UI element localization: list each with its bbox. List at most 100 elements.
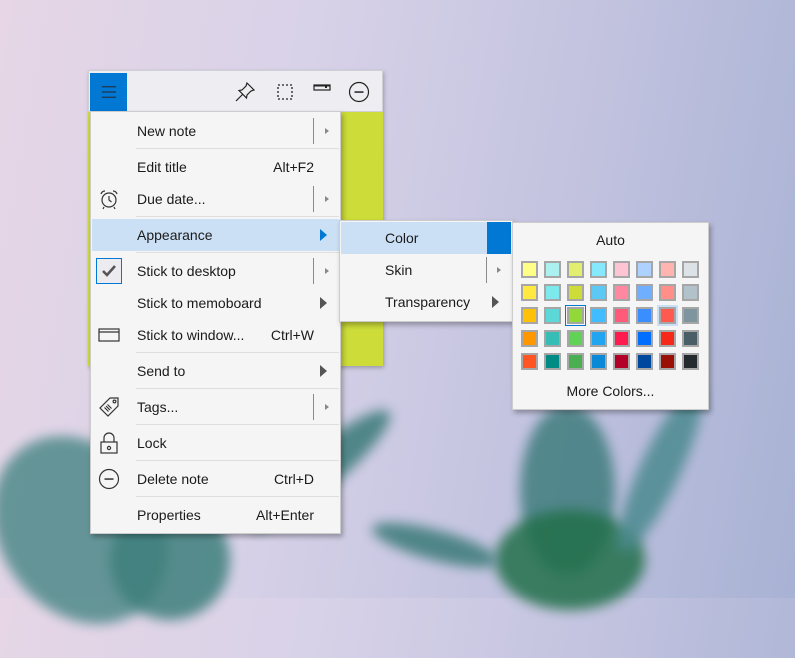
submenu-arrow-icon [492, 296, 499, 308]
auto-color-button[interactable]: Auto [513, 232, 708, 248]
menu-item-appearance[interactable]: Appearance [92, 219, 339, 251]
submenu-arrow-icon[interactable] [325, 404, 329, 410]
submenu-item-color[interactable]: Color [341, 222, 511, 254]
menu-separator [136, 424, 339, 425]
note-menu-button[interactable] [90, 73, 127, 111]
color-swatch[interactable] [682, 284, 699, 301]
menu-separator [136, 460, 339, 461]
menu-item-send-to[interactable]: Send to [92, 355, 339, 387]
collapse-button[interactable] [311, 77, 333, 99]
color-swatch[interactable] [613, 330, 630, 347]
color-picker-panel: Auto More Colors... [512, 222, 709, 410]
tag-icon [98, 396, 120, 418]
menu-separator [136, 388, 339, 389]
collapse-icon [313, 84, 331, 91]
color-swatch[interactable] [567, 307, 584, 324]
color-swatch[interactable] [544, 307, 561, 324]
submenu-item-label: Color [385, 230, 419, 246]
submenu-arrow-icon [320, 365, 327, 377]
submenu-arrow-icon[interactable] [325, 268, 329, 274]
menu-item-label: Lock [137, 435, 167, 451]
color-swatch[interactable] [521, 307, 538, 324]
color-swatch[interactable] [590, 307, 607, 324]
color-swatch[interactable] [567, 353, 584, 370]
menu-item-label: Send to [137, 363, 186, 379]
menu-separator [136, 148, 339, 149]
color-swatch[interactable] [521, 261, 538, 278]
menu-separator [136, 252, 339, 253]
lock-icon [98, 432, 120, 454]
menu-item-new-note[interactable]: New note [92, 115, 339, 147]
color-swatch[interactable] [636, 261, 653, 278]
color-swatch[interactable] [682, 330, 699, 347]
color-swatch[interactable] [521, 284, 538, 301]
menu-item-lock[interactable]: Lock [92, 427, 339, 459]
color-swatch[interactable] [636, 284, 653, 301]
minimize-button[interactable] [348, 81, 370, 103]
color-swatch[interactable] [590, 330, 607, 347]
note-toolbar [88, 70, 383, 112]
color-swatch[interactable] [636, 307, 653, 324]
hamburger-menu-icon [101, 86, 116, 98]
checkmark-icon [96, 258, 122, 284]
submenu-arrow-icon [320, 229, 327, 241]
color-swatch[interactable] [682, 353, 699, 370]
submenu-divider [313, 186, 314, 212]
submenu-item-skin[interactable]: Skin [341, 254, 511, 286]
color-swatch[interactable] [636, 353, 653, 370]
color-swatch[interactable] [613, 307, 630, 324]
color-swatch[interactable] [613, 353, 630, 370]
menu-item-edit-title[interactable]: Edit title Alt+F2 [92, 151, 339, 183]
color-swatch[interactable] [659, 284, 676, 301]
color-swatch[interactable] [659, 353, 676, 370]
select-region-button[interactable] [274, 81, 296, 103]
select-region-icon [277, 84, 293, 100]
menu-item-properties[interactable]: Properties Alt+Enter [92, 499, 339, 531]
color-swatch[interactable] [544, 353, 561, 370]
menu-item-label: Appearance [137, 227, 213, 243]
color-swatch[interactable] [521, 330, 538, 347]
color-swatch[interactable] [682, 307, 699, 324]
color-swatch[interactable] [567, 284, 584, 301]
submenu-arrow-icon [320, 297, 327, 309]
menu-item-stick-to-memoboard[interactable]: Stick to memoboard [92, 287, 339, 319]
menu-separator [136, 496, 339, 497]
submenu-divider [486, 257, 487, 283]
color-swatch[interactable] [544, 261, 561, 278]
submenu-arrow-icon[interactable] [497, 267, 501, 273]
menu-item-tags[interactable]: Tags... [92, 391, 339, 423]
color-swatch[interactable] [567, 330, 584, 347]
color-swatch[interactable] [659, 307, 676, 324]
color-swatch[interactable] [590, 284, 607, 301]
color-swatch[interactable] [659, 261, 676, 278]
menu-item-shortcut: Alt+F2 [273, 159, 314, 175]
color-swatch[interactable] [567, 261, 584, 278]
submenu-item-transparency[interactable]: Transparency [341, 286, 511, 318]
color-swatch[interactable] [613, 284, 630, 301]
minus-circle-icon [98, 468, 120, 490]
menu-item-delete-note[interactable]: Delete note Ctrl+D [92, 463, 339, 495]
color-swatch[interactable] [544, 330, 561, 347]
color-swatch[interactable] [613, 261, 630, 278]
minimize-circle-icon [348, 81, 370, 103]
menu-item-label: Tags... [137, 399, 179, 415]
menu-item-label: Stick to window... [137, 327, 245, 343]
menu-item-stick-to-desktop[interactable]: Stick to desktop [92, 255, 339, 287]
menu-item-label: Properties [137, 507, 201, 523]
color-swatch[interactable] [636, 330, 653, 347]
color-swatch[interactable] [590, 353, 607, 370]
color-swatch[interactable] [544, 284, 561, 301]
submenu-arrow-icon[interactable] [325, 128, 329, 134]
color-swatch[interactable] [659, 330, 676, 347]
more-colors-button[interactable]: More Colors... [513, 383, 708, 399]
menu-item-stick-to-window[interactable]: Stick to window... Ctrl+W [92, 319, 339, 351]
appearance-submenu: Color Skin Transparency [339, 220, 513, 322]
color-swatch[interactable] [521, 353, 538, 370]
pin-button[interactable] [234, 81, 256, 103]
color-swatch[interactable] [590, 261, 607, 278]
menu-item-due-date[interactable]: Due date... [92, 183, 339, 215]
submenu-item-label: Skin [385, 262, 413, 278]
color-swatch[interactable] [682, 261, 699, 278]
menu-item-shortcut: Alt+Enter [256, 507, 314, 523]
submenu-arrow-icon[interactable] [325, 196, 329, 202]
